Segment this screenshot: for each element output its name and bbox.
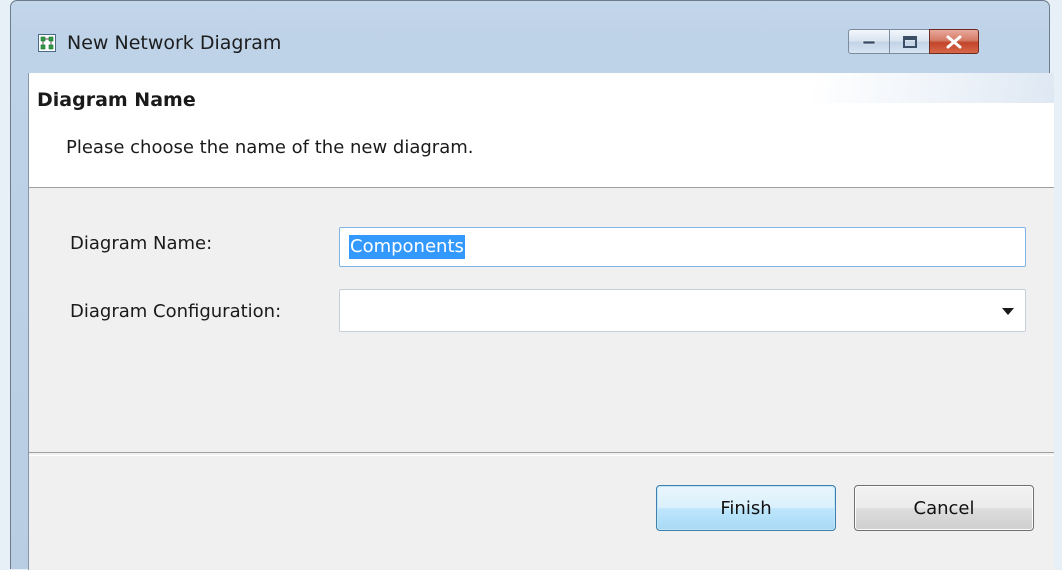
diagram-name-label: Diagram Name:: [70, 233, 213, 254]
network-diagram-icon: [38, 34, 56, 52]
wizard-header: Diagram Name Please choose the name of t…: [29, 73, 1054, 188]
cancel-button[interactable]: Cancel: [854, 485, 1034, 531]
window-title: New Network Diagram: [67, 32, 282, 54]
chevron-down-icon[interactable]: [1002, 308, 1014, 315]
finish-button[interactable]: Finish: [656, 485, 836, 531]
dialog-window: New Network Diagram Diagram Name Please …: [10, 0, 1054, 570]
close-button[interactable]: [929, 29, 979, 54]
maximize-icon: [902, 35, 917, 48]
minimize-button[interactable]: [848, 29, 890, 54]
minimize-icon: [862, 40, 876, 44]
diagram-name-input[interactable]: Components: [339, 227, 1026, 267]
title-bar[interactable]: New Network Diagram: [11, 1, 1049, 73]
close-icon: [946, 35, 962, 48]
diagram-name-selected-text: Components: [349, 235, 465, 259]
button-bar-divider: [29, 452, 1054, 456]
diagram-configuration-select[interactable]: [339, 289, 1026, 332]
page-description: Please choose the name of the new diagra…: [66, 137, 474, 158]
page-title: Diagram Name: [37, 89, 196, 111]
diagram-configuration-label: Diagram Configuration:: [70, 301, 282, 322]
maximize-button[interactable]: [889, 29, 930, 54]
dialog-content: Diagram Name Please choose the name of t…: [28, 73, 1054, 570]
